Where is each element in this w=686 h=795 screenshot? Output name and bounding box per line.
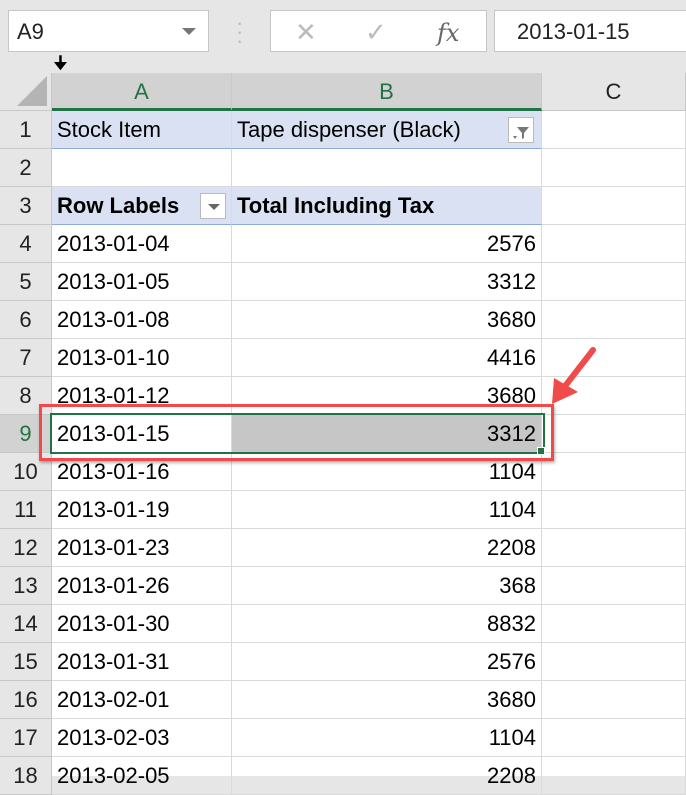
row-label-cell[interactable]: 2013-01-26 — [52, 567, 232, 605]
row-header[interactable]: 3 — [0, 187, 52, 225]
table-row: 13 2013-01-26 368 — [0, 567, 686, 605]
row-label-cell[interactable]: 2013-02-01 — [52, 681, 232, 719]
row-header[interactable]: 17 — [0, 719, 52, 757]
cell[interactable] — [542, 453, 686, 491]
row-header[interactable]: 4 — [0, 225, 52, 263]
cancel-icon[interactable]: ✕ — [295, 17, 317, 48]
cell[interactable] — [542, 415, 686, 453]
total-cell[interactable]: 3680 — [232, 301, 542, 339]
filter-icon[interactable] — [508, 117, 534, 143]
chevron-down-icon[interactable] — [182, 28, 196, 35]
total-cell[interactable]: 8832 — [232, 605, 542, 643]
table-row: 6 2013-01-08 3680 — [0, 301, 686, 339]
row-header[interactable]: 5 — [0, 263, 52, 301]
cell[interactable] — [542, 681, 686, 719]
formula-buttons: ✕ ✓ fx — [270, 10, 487, 52]
row-label-cell[interactable]: 2013-01-30 — [52, 605, 232, 643]
row-label-cell[interactable]: 2013-01-08 — [52, 301, 232, 339]
row-header[interactable]: 13 — [0, 567, 52, 605]
pivot-filter-value[interactable]: Tape dispenser (Black) — [232, 111, 542, 149]
filter-value-text: Tape dispenser (Black) — [237, 117, 461, 142]
table-row: 5 2013-01-05 3312 — [0, 263, 686, 301]
cell[interactable] — [542, 529, 686, 567]
total-cell[interactable]: 2208 — [232, 529, 542, 567]
cell[interactable] — [542, 757, 686, 795]
check-icon[interactable]: ✓ — [365, 17, 387, 48]
total-cell[interactable]: 368 — [232, 567, 542, 605]
total-cell[interactable]: 2576 — [232, 643, 542, 681]
row-header[interactable]: 2 — [0, 149, 52, 187]
cell[interactable] — [542, 491, 686, 529]
row-label-cell[interactable]: 2013-01-05 — [52, 263, 232, 301]
cell[interactable] — [52, 149, 232, 187]
row-header[interactable]: 1 — [0, 111, 52, 149]
cell[interactable] — [542, 301, 686, 339]
table-row: 18 2013-02-05 2208 — [0, 757, 686, 795]
row-header[interactable]: 18 — [0, 757, 52, 795]
value-header[interactable]: Total Including Tax — [232, 187, 542, 225]
formula-input[interactable]: 2013-01-15 — [494, 10, 686, 52]
row-header[interactable]: 12 — [0, 529, 52, 567]
annotation-highlight-box — [39, 404, 554, 461]
table-row: 1 Stock Item Tape dispenser (Black) — [0, 111, 686, 149]
row-label-cell[interactable]: 2013-01-23 — [52, 529, 232, 567]
total-cell[interactable]: 3680 — [232, 681, 542, 719]
row-header[interactable]: 15 — [0, 643, 52, 681]
name-box[interactable]: A9 — [8, 10, 209, 52]
total-cell[interactable]: 1104 — [232, 491, 542, 529]
select-all-button[interactable] — [0, 73, 52, 111]
row-header[interactable]: 7 — [0, 339, 52, 377]
cell[interactable] — [542, 111, 686, 149]
total-cell[interactable]: 2208 — [232, 757, 542, 795]
cell[interactable] — [542, 149, 686, 187]
column-header-a[interactable]: A — [52, 73, 232, 111]
row-label-cell[interactable]: 2013-01-10 — [52, 339, 232, 377]
column-header-c[interactable]: C — [542, 73, 686, 111]
cell[interactable] — [542, 263, 686, 301]
cell[interactable] — [542, 187, 686, 225]
dropdown-arrow-icon[interactable] — [200, 193, 226, 219]
cell[interactable] — [542, 605, 686, 643]
column-header-b[interactable]: B — [232, 73, 542, 111]
total-cell[interactable]: 2576 — [232, 225, 542, 263]
table-row: 3 Row Labels Total Including Tax — [0, 187, 686, 225]
table-row: 2 — [0, 149, 686, 187]
row-header[interactable]: 14 — [0, 605, 52, 643]
table-row: 15 2013-01-31 2576 — [0, 643, 686, 681]
total-cell[interactable]: 1104 — [232, 719, 542, 757]
row-header[interactable]: 6 — [0, 301, 52, 339]
row-header[interactable]: 11 — [0, 491, 52, 529]
pivot-filter-label[interactable]: Stock Item — [52, 111, 232, 149]
table-row: 17 2013-02-03 1104 — [0, 719, 686, 757]
table-row: 4 2013-01-04 2576 — [0, 225, 686, 263]
cell[interactable] — [542, 643, 686, 681]
annotation-arrow-icon — [552, 347, 596, 404]
cell[interactable] — [232, 149, 542, 187]
drag-handle-icon[interactable]: · · · — [236, 12, 243, 52]
row-label-cell[interactable]: 2013-02-05 — [52, 757, 232, 795]
table-row: 14 2013-01-30 8832 — [0, 605, 686, 643]
cell[interactable] — [542, 225, 686, 263]
row-label-cell[interactable]: 2013-01-04 — [52, 225, 232, 263]
total-cell[interactable]: 4416 — [232, 339, 542, 377]
row-label-cell[interactable]: 2013-02-03 — [52, 719, 232, 757]
table-row: 12 2013-01-23 2208 — [0, 529, 686, 567]
table-row: 11 2013-01-19 1104 — [0, 491, 686, 529]
row-labels-text: Row Labels — [57, 193, 180, 218]
table-row: 16 2013-02-01 3680 — [0, 681, 686, 719]
column-select-cursor-icon: 🠋 — [53, 53, 68, 73]
cell[interactable] — [542, 567, 686, 605]
cell[interactable] — [542, 719, 686, 757]
row-label-cell[interactable]: 2013-01-31 — [52, 643, 232, 681]
total-cell[interactable]: 3312 — [232, 263, 542, 301]
row-label-cell[interactable]: 2013-01-19 — [52, 491, 232, 529]
insert-function-icon[interactable]: fx — [437, 19, 459, 47]
row-header[interactable]: 16 — [0, 681, 52, 719]
row-labels-header[interactable]: Row Labels — [52, 187, 232, 225]
name-box-value: A9 — [17, 19, 44, 44]
